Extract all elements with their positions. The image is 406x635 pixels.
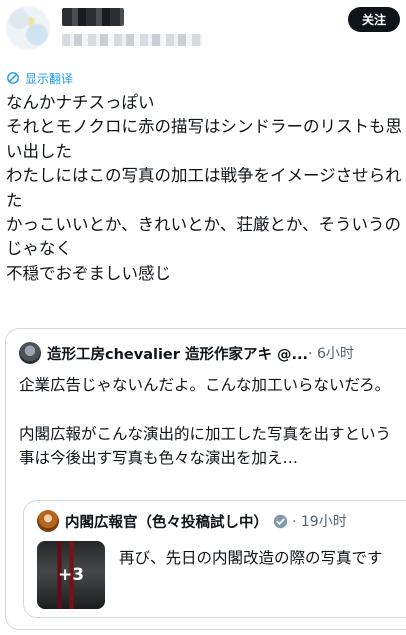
post-header: 关注	[0, 0, 406, 62]
author-avatar[interactable]	[6, 6, 50, 50]
nested-author-name: 内閣広報官（色々投稿試し中）	[65, 514, 268, 531]
show-translation-label: 显示翻译	[25, 71, 74, 86]
media-count-badge: +3	[37, 541, 105, 609]
author-name-redacted[interactable]	[62, 8, 124, 26]
translate-icon	[7, 72, 19, 84]
quoted-author-name: 造形工房chevalier 造形作家アキ @...	[47, 346, 309, 363]
nested-post-header: 内閣広報官（色々投稿試し中） · 19小时	[37, 510, 347, 532]
quoted-author-avatar	[19, 342, 41, 364]
quoted-post-time: · 6小时	[308, 346, 354, 362]
follow-button[interactable]: 关注	[348, 7, 400, 32]
quoted-post[interactable]: 造形工房chevalier 造形作家アキ @... · 6小时 企業広告じゃない…	[5, 328, 406, 630]
nested-post-text: 再び、先日の内閣改造の際の写真です	[119, 549, 383, 567]
nested-author-avatar	[37, 510, 59, 532]
nested-quoted-post[interactable]: 内閣広報官（色々投稿試し中） · 19小时 +3 再び、先日の内閣改造の際の写真…	[23, 500, 406, 618]
verified-badge-icon	[273, 514, 288, 529]
author-handle-redacted[interactable]	[62, 34, 202, 46]
nested-post-time: · 19小时	[292, 514, 347, 530]
show-translation-link[interactable]: 显示翻译	[6, 69, 73, 87]
media-thumbnail[interactable]: +3	[37, 541, 105, 609]
quoted-post-text: 企業広告じゃないんだよ。こんな加工いらないだろ。 内閣広報がこんな演出的に加工し…	[19, 376, 392, 468]
post-body-text: なんかナチスっぽい それとモノクロに赤の描写はシンドラーのリストも思い出した わ…	[6, 93, 402, 283]
quoted-post-header: 造形工房chevalier 造形作家アキ @... · 6小时	[19, 342, 354, 364]
